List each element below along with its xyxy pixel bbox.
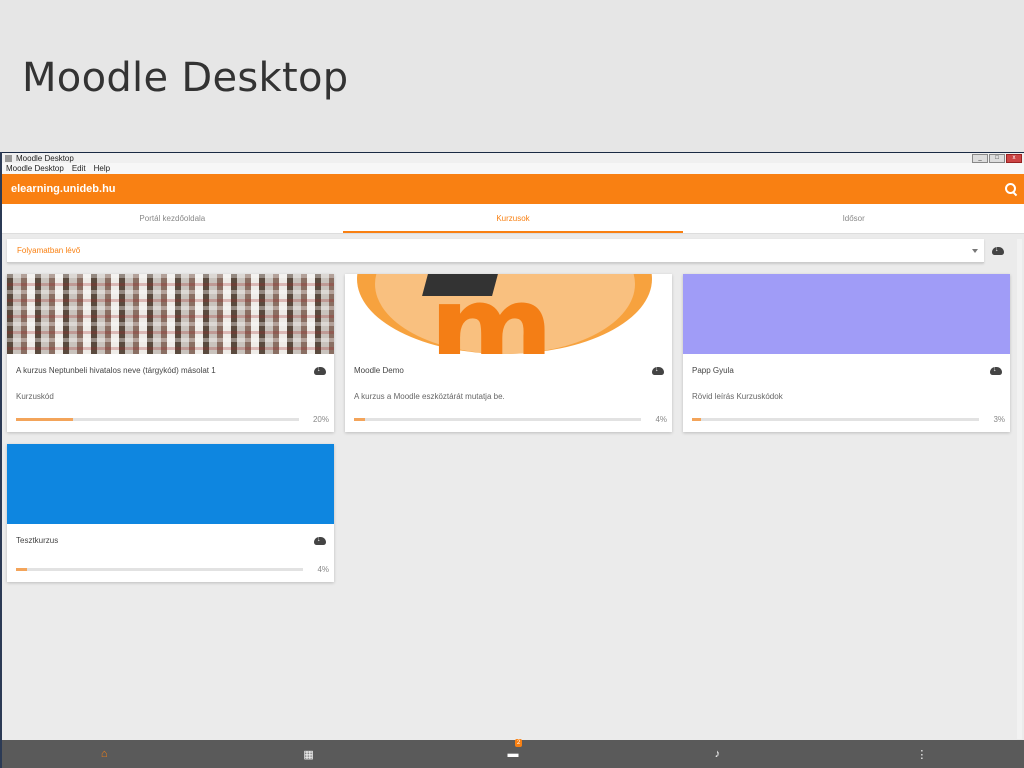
course-image (7, 274, 334, 354)
minimize-button[interactable]: _ (972, 153, 988, 163)
menu-item-help[interactable]: Help (94, 164, 110, 173)
menu-bar: Moodle Desktop Edit Help (2, 163, 1024, 174)
tab-timeline[interactable]: Idősor (683, 204, 1024, 233)
app-header: elearning.unideb.hu (2, 174, 1024, 204)
app-icon (5, 154, 12, 162)
download-icon[interactable] (990, 365, 1002, 375)
home-icon[interactable]: ⌂ (2, 748, 206, 760)
menu-item-edit[interactable]: Edit (72, 164, 86, 173)
progress-label: 4% (655, 415, 667, 424)
progress-bar (16, 568, 304, 571)
progress-bar (16, 418, 299, 421)
course-card[interactable]: A kurzus Neptunbeli hivatalos neve (tárg… (7, 274, 334, 432)
download-icon[interactable] (652, 365, 664, 375)
progress-fill (692, 418, 701, 421)
course-name: A kurzus Neptunbeli hivatalos neve (tárg… (16, 366, 216, 375)
course-summary: A kurzus a Moodle eszköztárát mutatja be… (354, 392, 505, 401)
course-image: m (345, 274, 672, 354)
course-summary: Kurzuskód (16, 392, 54, 401)
progress-bar (354, 418, 642, 421)
tab-courses[interactable]: Kurzusok (342, 204, 684, 233)
slide-title: Moodle Desktop (22, 55, 349, 101)
course-filter-value: Folyamatban lévő (17, 246, 81, 255)
course-filter-select[interactable]: Folyamatban lévő (7, 239, 984, 263)
progress-label: 4% (317, 565, 329, 574)
progress-bar (692, 418, 980, 421)
course-card[interactable]: Tesztkurzus 4% (7, 444, 334, 582)
download-all-icon[interactable] (992, 245, 1004, 255)
close-button[interactable]: x (1006, 153, 1022, 163)
menu-item-app[interactable]: Moodle Desktop (6, 164, 64, 173)
progress-fill (16, 418, 73, 421)
window-title: Moodle Desktop (16, 153, 74, 163)
calendar-icon[interactable]: ▦ (206, 748, 410, 761)
course-image (7, 444, 334, 524)
chevron-down-icon (972, 249, 978, 253)
window-titlebar: Moodle Desktop _ □ x (2, 152, 1024, 163)
messages-icon[interactable]: ▬ 2 (411, 739, 615, 760)
progress-label: 20% (312, 415, 329, 424)
course-card[interactable]: m Moodle Demo A kurzus a Moodle eszköztá… (345, 274, 672, 432)
scrollbar[interactable] (1017, 239, 1022, 739)
bell-icon[interactable]: ♪ (615, 748, 819, 760)
progress-label: 3% (993, 415, 1005, 424)
window-controls: _ □ x (972, 153, 1024, 163)
tab-site-home[interactable]: Portál kezdőoldala (2, 204, 343, 233)
download-icon[interactable] (314, 535, 326, 545)
course-image (683, 274, 1010, 354)
course-card[interactable]: Papp Gyula Rövid leírás Kurzuskódok 3% (683, 274, 1010, 432)
maximize-button[interactable]: □ (989, 153, 1005, 163)
course-name: Tesztkurzus (16, 536, 59, 545)
progress-fill (354, 418, 366, 421)
course-name: Papp Gyula (692, 366, 734, 375)
bottom-nav: ⌂ ▦ ▬ 2 ♪ ⋮ (2, 739, 1024, 768)
more-icon[interactable]: ⋮ (820, 748, 1024, 761)
search-icon[interactable] (1004, 182, 1018, 196)
site-name: elearning.unideb.hu (11, 183, 116, 195)
course-name: Moodle Demo (354, 366, 404, 375)
messages-badge: 2 (515, 739, 523, 747)
tab-bar: Portál kezdőoldala Kurzusok Idősor (2, 204, 1024, 234)
download-icon[interactable] (314, 365, 326, 375)
course-summary: Rövid leírás Kurzuskódok (692, 392, 783, 401)
app-window: Moodle Desktop _ □ x Moodle Desktop Edit… (0, 152, 1024, 768)
moodle-logo-hat (422, 274, 498, 296)
filter-row: Folyamatban lévő (7, 239, 1021, 263)
progress-fill (16, 568, 28, 571)
